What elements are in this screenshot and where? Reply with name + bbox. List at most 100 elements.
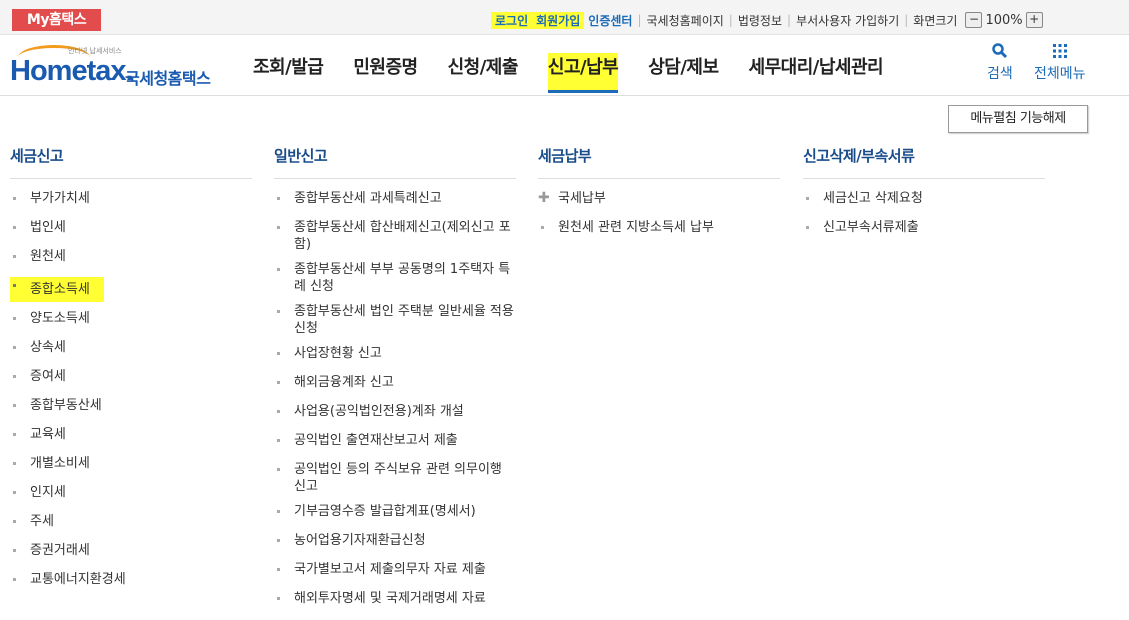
menu-item[interactable]: 종합부동산세 [10,394,252,423]
menu-item-label: 기부금영수증 발급합계표(명세서) [294,504,476,519]
menu-item-label: 증여세 [30,369,66,384]
menu-item[interactable]: 세금신고 삭제요청 [803,187,1045,216]
menu-column-0: 세금신고부가가치세법인세원천세종합소득세양도소득세상속세증여세종합부동산세교육세… [10,145,252,597]
menu-item-label: 종합부동산세 법인 주택분 일반세율 적용 신청 [294,304,514,336]
menu-item[interactable]: 증권거래세 [10,539,252,568]
util-link-4[interactable]: 법령정보 [734,12,786,29]
menu-item[interactable]: 원천세 관련 지방소득세 납부 [538,216,780,245]
bullet-icon [13,346,16,349]
menu-item-label: 국세납부 [558,191,606,206]
hometax-logo[interactable]: 인터넷 납세서비스 Hometax. 국세청홈택스 [10,41,215,91]
menu-item[interactable]: 종합부동산세 과세특례신고 [274,187,516,216]
main-navigation: 조회/발급 민원증명 신청/제출 신고/납부 상담/제보 세무대리/납세관리 [253,53,913,93]
logo-korean-name: 국세청홈택스 [125,69,211,88]
menu-item[interactable]: 공익법인 등의 주식보유 관련 의무이행 신고 [274,458,516,500]
bullet-icon [541,226,544,229]
menu-item[interactable]: 인지세 [10,481,252,510]
util-link-2[interactable]: 인증센터 [584,12,636,29]
menu-item[interactable]: 양도소득세 [10,307,252,336]
menu-item[interactable]: 신고부속서류제출 [803,216,1045,245]
menu-item-label: 교육세 [30,427,66,442]
menu-item[interactable]: 부가가치세 [10,187,252,216]
menu-item[interactable]: 사업장현황 신고 [274,342,516,371]
bullet-icon [277,597,280,600]
menu-item[interactable]: 사업용(공익법인전용)계좌 개설 [274,400,516,429]
util-link-5[interactable]: 부서사용자 가입하기 [792,12,903,29]
bullet-icon [806,226,809,229]
menu-item[interactable]: 종합소득세 [10,274,252,307]
menu-item-label: 종합부동산세 부부 공동명의 1주택자 특례 신청 [294,262,511,294]
menu-column-title: 세금납부 [538,145,780,179]
menu-item[interactable]: 종합부동산세 합산배제신고(제외신고 포함) [274,216,516,258]
bullet-icon [277,197,280,200]
menu-item[interactable]: 기부금영수증 발급합계표(명세서) [274,500,516,529]
bullet-icon [277,568,280,571]
menu-item-label: 종합부동산세 [30,398,102,413]
bullet-icon [13,375,16,378]
bullet-icon [277,510,280,513]
menu-item[interactable]: 종합부동산세 부부 공동명의 1주택자 특례 신청 [274,258,516,300]
menu-item-label: 교통에너지환경세 [30,572,126,587]
menu-item[interactable]: 해외금융계좌 신고 [274,371,516,400]
menu-column-3: 신고삭제/부속서류 세금신고 삭제요청 신고부속서류제출 [803,145,1045,245]
menu-item[interactable]: 공익법인 출연재산보고서 제출 [274,429,516,458]
my-hometax-button[interactable]: My홈택스 [12,9,101,31]
menu-item[interactable]: ✚ 국세납부 [538,187,780,216]
menu-expand-disable-button[interactable]: 메뉴펼침 기능해제 [948,105,1088,133]
nav-item-label: 세무대리/납세관리 [748,57,884,78]
util-link-1[interactable]: 회원가입 [532,11,585,29]
menu-item[interactable]: 주세 [10,510,252,539]
menu-item-label: 원천세 [30,249,66,264]
menu-item-label: 부가가치세 [30,191,90,206]
nav-item-4[interactable]: 상담/제보 [648,53,719,93]
menu-item[interactable]: 교통에너지환경세 [10,568,252,597]
zoom-minus-icon[interactable]: − [965,12,983,28]
nav-item-label: 신청/제출 [447,57,519,78]
menu-item-label: 농어업용기자재환급신청 [294,533,426,548]
nav-item-2[interactable]: 신청/제출 [447,53,519,93]
plus-icon: ✚ [538,190,550,206]
bullet-icon [277,352,280,355]
menu-item-label: 상속세 [30,340,66,355]
menu-item[interactable]: 해외투자명세 및 국제거래명세 자료 [274,587,516,616]
search-button[interactable]: 검색 [987,43,1013,83]
bullet-icon [13,197,16,200]
menu-column-1: 일반신고종합부동산세 과세특례신고종합부동산세 합산배제신고(제외신고 포함) 종… [274,145,516,616]
menu-column-title: 세금신고 [10,145,252,179]
grid-menu-icon [1052,44,1067,58]
menu-item[interactable]: 법인세 [10,216,252,245]
menu-item[interactable]: 농어업용기자재환급신청 [274,529,516,558]
menu-item[interactable]: 종합부동산세 법인 주택분 일반세율 적용 신청 [274,300,516,342]
util-link-0[interactable]: 로그인 [491,11,533,29]
nav-item-3[interactable]: 신고/납부 [547,53,619,93]
menu-item[interactable]: 개별소비세 [10,452,252,481]
bullet-icon [13,462,16,465]
bullet-icon [806,197,809,200]
nav-item-label: 상담/제보 [648,57,719,78]
menu-item-label: 종합부동산세 합산배제신고(제외신고 포함) [294,220,511,252]
menu-item[interactable]: 국가별보고서 제출의무자 자료 제출 [274,558,516,587]
menu-item[interactable]: 증여세 [10,365,252,394]
menu-item-label: 양도소득세 [30,311,90,326]
menu-item-label: 주세 [30,514,54,529]
util-link-6[interactable]: 화면크기 [909,12,961,29]
menu-item-label: 해외투자명세 및 국제거래명세 자료 [294,591,486,606]
menu-item[interactable]: 교육세 [10,423,252,452]
bullet-icon [277,439,280,442]
bullet-icon [13,491,16,494]
zoom-plus-icon[interactable]: + [1025,12,1043,28]
menu-item-label: 법인세 [30,220,66,235]
nav-item-1[interactable]: 민원증명 [353,53,418,93]
bullet-icon [13,284,16,287]
util-link-3[interactable]: 국세청홈페이지 [643,12,728,29]
menu-item-label: 공익법인 출연재산보고서 제출 [294,433,458,448]
menu-item-label: 사업장현황 신고 [294,346,382,361]
bullet-icon [13,578,16,581]
nav-item-5[interactable]: 세무대리/납세관리 [749,53,884,93]
nav-item-0[interactable]: 조회/발급 [253,53,324,93]
menu-item[interactable]: 상속세 [10,336,252,365]
menu-item-label: 개별소비세 [30,456,90,471]
all-menu-button[interactable]: 전체메뉴 [1034,43,1086,83]
menu-column-title: 일반신고 [274,145,516,179]
menu-item[interactable]: 원천세 [10,245,252,274]
